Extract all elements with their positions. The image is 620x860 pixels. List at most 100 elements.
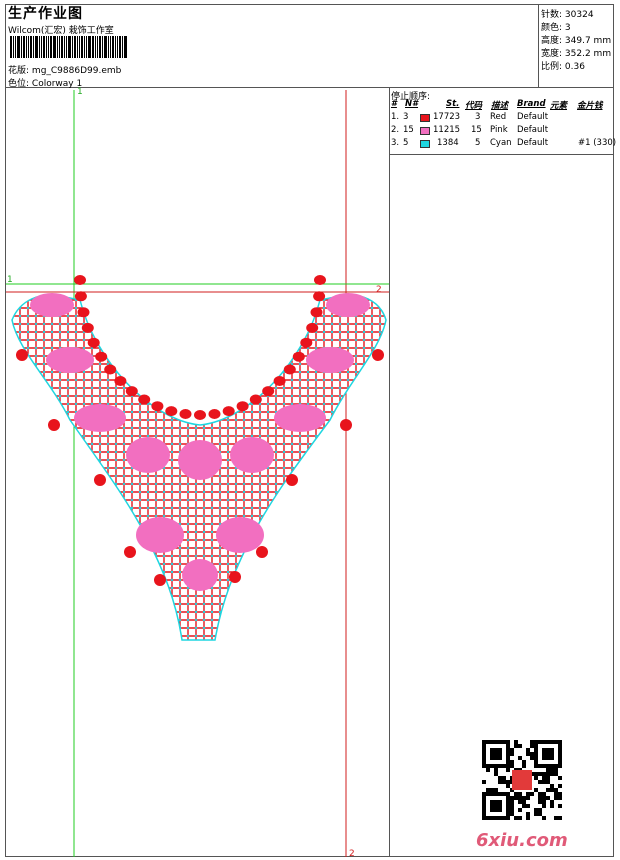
bead (179, 409, 192, 419)
qr-module (506, 748, 510, 752)
qr-module (534, 788, 538, 792)
qr-module (498, 748, 502, 752)
qr-module (530, 792, 534, 796)
qr-module (518, 792, 522, 796)
qr-module (554, 772, 558, 776)
guide-label-v2: 2 (349, 849, 355, 859)
qr-module (482, 740, 486, 744)
qr-module (490, 752, 494, 756)
qr-module (490, 740, 494, 744)
qr-module (550, 772, 554, 776)
qr-module (534, 756, 538, 760)
qr-module (494, 748, 498, 752)
qr-module (498, 752, 502, 756)
qr-module (526, 752, 530, 756)
bead (194, 410, 206, 420)
qr-module (518, 796, 522, 800)
bead (165, 406, 178, 417)
qr-module (506, 744, 510, 748)
qr-module (498, 800, 502, 804)
watermark-logo: 6xiu.com (476, 830, 568, 851)
qr-module (498, 816, 502, 820)
qr-module (482, 812, 486, 816)
qr-module (486, 788, 490, 792)
qr-module (494, 800, 498, 804)
qr-module (498, 764, 502, 768)
bead (81, 322, 94, 333)
qr-module (498, 740, 502, 744)
qr-module (522, 796, 526, 800)
qr-module (494, 752, 498, 756)
qr-module (550, 804, 554, 808)
qr-module (506, 760, 510, 764)
qr-module (510, 764, 514, 768)
qr-module (558, 784, 562, 788)
qr-module (490, 816, 494, 820)
qr-module (526, 748, 530, 752)
qr-module (542, 748, 546, 752)
bead (283, 364, 296, 375)
qr-module (522, 804, 526, 808)
qr-module (546, 772, 550, 776)
qr-module (550, 800, 554, 804)
qr-module (558, 796, 562, 800)
qr-module (542, 740, 546, 744)
bead (125, 386, 138, 397)
qr-module (558, 752, 562, 756)
qr-module (494, 804, 498, 808)
qr-module (558, 816, 562, 820)
qr-module (534, 808, 538, 812)
qr-module (482, 816, 486, 820)
qr-module (506, 796, 510, 800)
qr-module (542, 796, 546, 800)
qr-module (550, 748, 554, 752)
qr-module (490, 748, 494, 752)
qr-module (482, 780, 486, 784)
qr-module (538, 772, 542, 776)
bead (74, 275, 86, 285)
qr-module (518, 800, 522, 804)
qr-module (542, 816, 546, 820)
qr-module (526, 792, 530, 796)
guide-label-h2: 2 (376, 285, 382, 295)
qr-module (534, 776, 538, 780)
bead (151, 401, 164, 412)
qr-module (534, 752, 538, 756)
qr-module (546, 768, 550, 772)
qr-module (506, 800, 510, 804)
qr-module (546, 776, 550, 780)
qr-module (494, 792, 498, 796)
qr-module (502, 792, 506, 796)
qr-module (486, 740, 490, 744)
qr-module (518, 756, 522, 760)
qr-module (546, 748, 550, 752)
qr-module (558, 792, 562, 796)
qr-module (498, 808, 502, 812)
qr-module (486, 768, 490, 772)
qr-module (558, 756, 562, 760)
qr-module (522, 764, 526, 768)
qr-module (526, 816, 530, 820)
qr-module (494, 740, 498, 744)
qr-module (514, 792, 518, 796)
qr-module (514, 744, 518, 748)
qr-module (554, 816, 558, 820)
qr-module (494, 808, 498, 812)
qr-module (482, 744, 486, 748)
qr-module (498, 756, 502, 760)
bead (74, 291, 87, 302)
qr-module (542, 772, 546, 776)
qr-module (506, 804, 510, 808)
qr-module (526, 804, 530, 808)
qr-module (534, 740, 538, 744)
qr-module (482, 748, 486, 752)
bead (114, 376, 127, 386)
qr-module (502, 764, 506, 768)
qr-module (554, 764, 558, 768)
qr-module (506, 784, 510, 788)
bead (262, 386, 275, 397)
qr-module (494, 788, 498, 792)
qr-module (502, 816, 506, 820)
embroidery-design: 1 1 2 2 (6, 87, 562, 859)
qr-module (482, 804, 486, 808)
